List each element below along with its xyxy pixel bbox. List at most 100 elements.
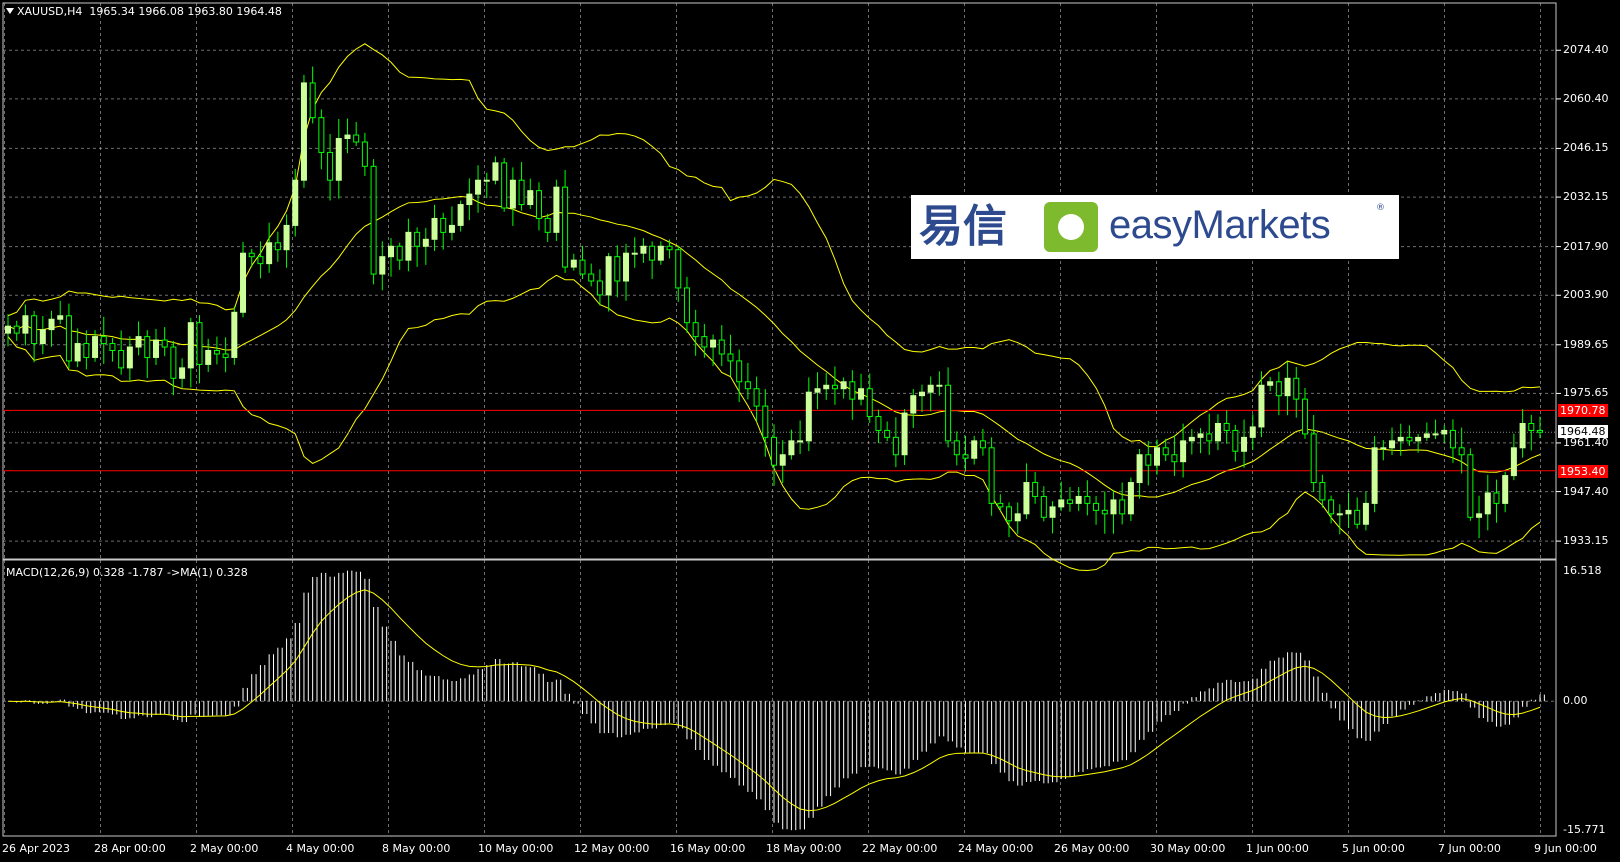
bear-candle xyxy=(945,384,952,442)
bull-candle xyxy=(1362,502,1369,525)
bull-candle xyxy=(1502,475,1509,504)
bull-candle xyxy=(1441,429,1448,435)
x-tick-label: 12 May 00:00 xyxy=(574,842,650,855)
bear-candle xyxy=(318,117,325,153)
bear-candle xyxy=(892,436,899,456)
bull-candle xyxy=(1249,426,1256,438)
x-tick-label: 24 May 00:00 xyxy=(958,842,1034,855)
bull-candle xyxy=(1336,513,1343,516)
bull-candle xyxy=(840,381,847,390)
bull-candle xyxy=(1188,436,1195,442)
y-tick-label: 2060.40 xyxy=(1563,91,1609,105)
macd-tick-label: 16.518 xyxy=(1563,564,1602,577)
bull-candle xyxy=(405,231,412,261)
y-tick-label: 1947.40 xyxy=(1563,484,1609,498)
bear-candle xyxy=(109,343,116,351)
bull-candle xyxy=(797,440,804,443)
bear-candle xyxy=(753,388,760,407)
bear-candle xyxy=(1040,495,1047,518)
x-tick-label: 2 May 00:00 xyxy=(190,842,259,855)
bear-candle xyxy=(1084,495,1091,504)
bull-candle xyxy=(57,315,64,320)
y-tick-label: 1975.65 xyxy=(1563,386,1609,400)
bear-candle xyxy=(370,165,377,275)
bear-candle xyxy=(1354,509,1361,525)
bull-candle xyxy=(1389,440,1396,449)
bull-candle xyxy=(1058,499,1065,508)
bear-candle xyxy=(771,436,777,466)
y-tick-label: 1989.65 xyxy=(1563,337,1609,351)
bull-candle xyxy=(135,336,142,348)
bull-candle xyxy=(805,391,812,442)
bear-candle xyxy=(1301,398,1308,435)
bull-candle xyxy=(283,224,290,251)
bear-candle xyxy=(1319,482,1326,501)
x-tick-label: 9 Jun 00:00 xyxy=(1534,842,1597,855)
symbol-label: XAUUSD,H4 xyxy=(17,5,83,18)
bear-candle xyxy=(718,339,725,355)
bear-candle xyxy=(831,384,838,390)
bull-candle xyxy=(936,384,943,387)
bull-candle xyxy=(605,256,612,296)
bear-candle xyxy=(65,315,72,362)
bull-candle xyxy=(823,384,830,390)
bear-candle xyxy=(744,381,751,390)
bear-candle xyxy=(396,245,403,261)
bear-candle xyxy=(884,429,891,438)
bull-candle xyxy=(1197,433,1204,438)
macd-tick-label: 0.00 xyxy=(1563,694,1588,708)
bear-candle xyxy=(1310,433,1317,484)
bull-candle xyxy=(971,440,978,459)
logo-english-text: easyMarkets xyxy=(1109,203,1331,247)
bear-candle xyxy=(1223,422,1230,431)
y-tick-label: 2046.15 xyxy=(1563,141,1609,155)
bollinger-lower xyxy=(7,274,1541,572)
bear-candle xyxy=(849,381,856,400)
bear-candle xyxy=(1493,492,1500,504)
x-tick-label: 30 May 00:00 xyxy=(1150,842,1226,855)
bull-candle xyxy=(1380,447,1387,450)
bull-candle xyxy=(1258,384,1265,428)
bear-candle xyxy=(579,259,586,275)
bull-candle xyxy=(457,204,464,226)
bull-candle xyxy=(814,388,821,393)
price-levels xyxy=(3,409,1556,472)
bear-candle xyxy=(414,231,421,247)
bear-candle xyxy=(1458,447,1465,456)
bear-candle xyxy=(440,217,447,233)
bear-candle xyxy=(1006,506,1013,522)
bear-candle xyxy=(1119,499,1126,515)
bear-candle xyxy=(13,325,20,334)
logo-chinese-text: 易信 xyxy=(919,201,1007,252)
bear-candle xyxy=(274,242,281,251)
bear-candle xyxy=(535,190,542,219)
bear-candle xyxy=(692,322,699,338)
bear-candle xyxy=(161,339,168,348)
y-tick-label: 2032.15 xyxy=(1563,190,1609,204)
bull-candle xyxy=(48,318,55,331)
bear-candle xyxy=(1467,454,1474,518)
bull-candle xyxy=(344,134,351,140)
price-header: XAUUSD,H4 1965.34 1966.08 1963.80 1964.4… xyxy=(6,5,282,18)
bear-candle xyxy=(196,322,203,365)
x-tick-label: 1 Jun 00:00 xyxy=(1246,842,1309,855)
bear-candle xyxy=(83,343,90,358)
bull-candle xyxy=(779,454,786,466)
collapse-triangle-icon[interactable] xyxy=(6,8,14,14)
grid xyxy=(3,3,1561,836)
bull-candle xyxy=(1023,482,1030,515)
x-tick-label: 28 Apr 00:00 xyxy=(94,842,166,855)
bear-candle xyxy=(875,416,882,431)
bear-candle xyxy=(683,287,690,324)
bear-candle xyxy=(988,447,995,504)
bear-candle xyxy=(1232,429,1239,452)
bear-candle xyxy=(562,186,569,268)
bear-candle xyxy=(213,350,220,355)
bear-candle xyxy=(257,256,264,265)
bull-candle xyxy=(1110,499,1117,515)
bull-candle xyxy=(5,325,11,334)
chart-canvas xyxy=(2,2,1561,837)
bull-candle xyxy=(92,336,99,358)
bull-candle xyxy=(1180,440,1187,463)
bull-candle xyxy=(509,179,516,209)
